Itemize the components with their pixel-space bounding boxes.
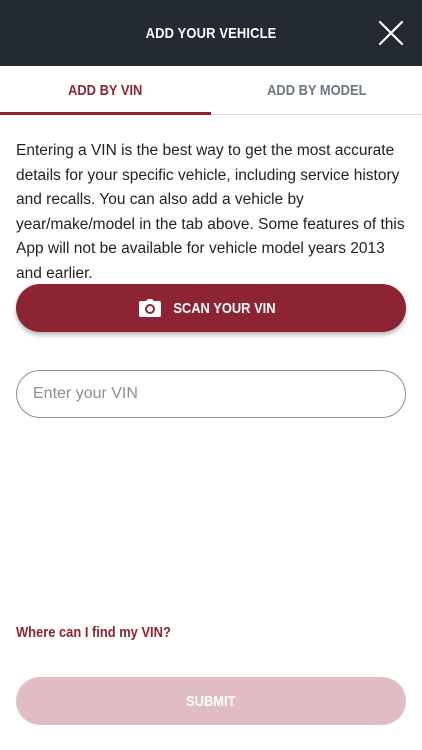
submit-label: SUBMIT	[186, 692, 236, 710]
tab-label: ADD BY VIN	[68, 81, 143, 99]
tab-add-by-model[interactable]: ADD BY MODEL	[211, 66, 422, 114]
submit-button[interactable]: SUBMIT	[16, 677, 406, 725]
tab-add-by-vin[interactable]: ADD BY VIN	[0, 66, 211, 115]
page-title: ADD YOUR VEHICLE	[145, 24, 277, 42]
scan-vin-button[interactable]: SCAN YOUR VIN	[16, 284, 406, 332]
tab-label: ADD BY MODEL	[266, 81, 367, 99]
vin-input[interactable]	[16, 370, 406, 418]
intro-text: Entering a VIN is the best way to get th…	[16, 142, 405, 282]
header-bar: ADD YOUR VEHICLE	[0, 0, 422, 66]
close-icon	[378, 20, 404, 46]
find-vin-link[interactable]: Where can I find my VIN?	[16, 624, 171, 641]
scan-vin-label: SCAN YOUR VIN	[172, 299, 276, 317]
camera-icon	[138, 299, 161, 317]
close-button[interactable]	[378, 20, 404, 46]
tab-bar: ADD BY VIN ADD BY MODEL	[0, 66, 422, 115]
